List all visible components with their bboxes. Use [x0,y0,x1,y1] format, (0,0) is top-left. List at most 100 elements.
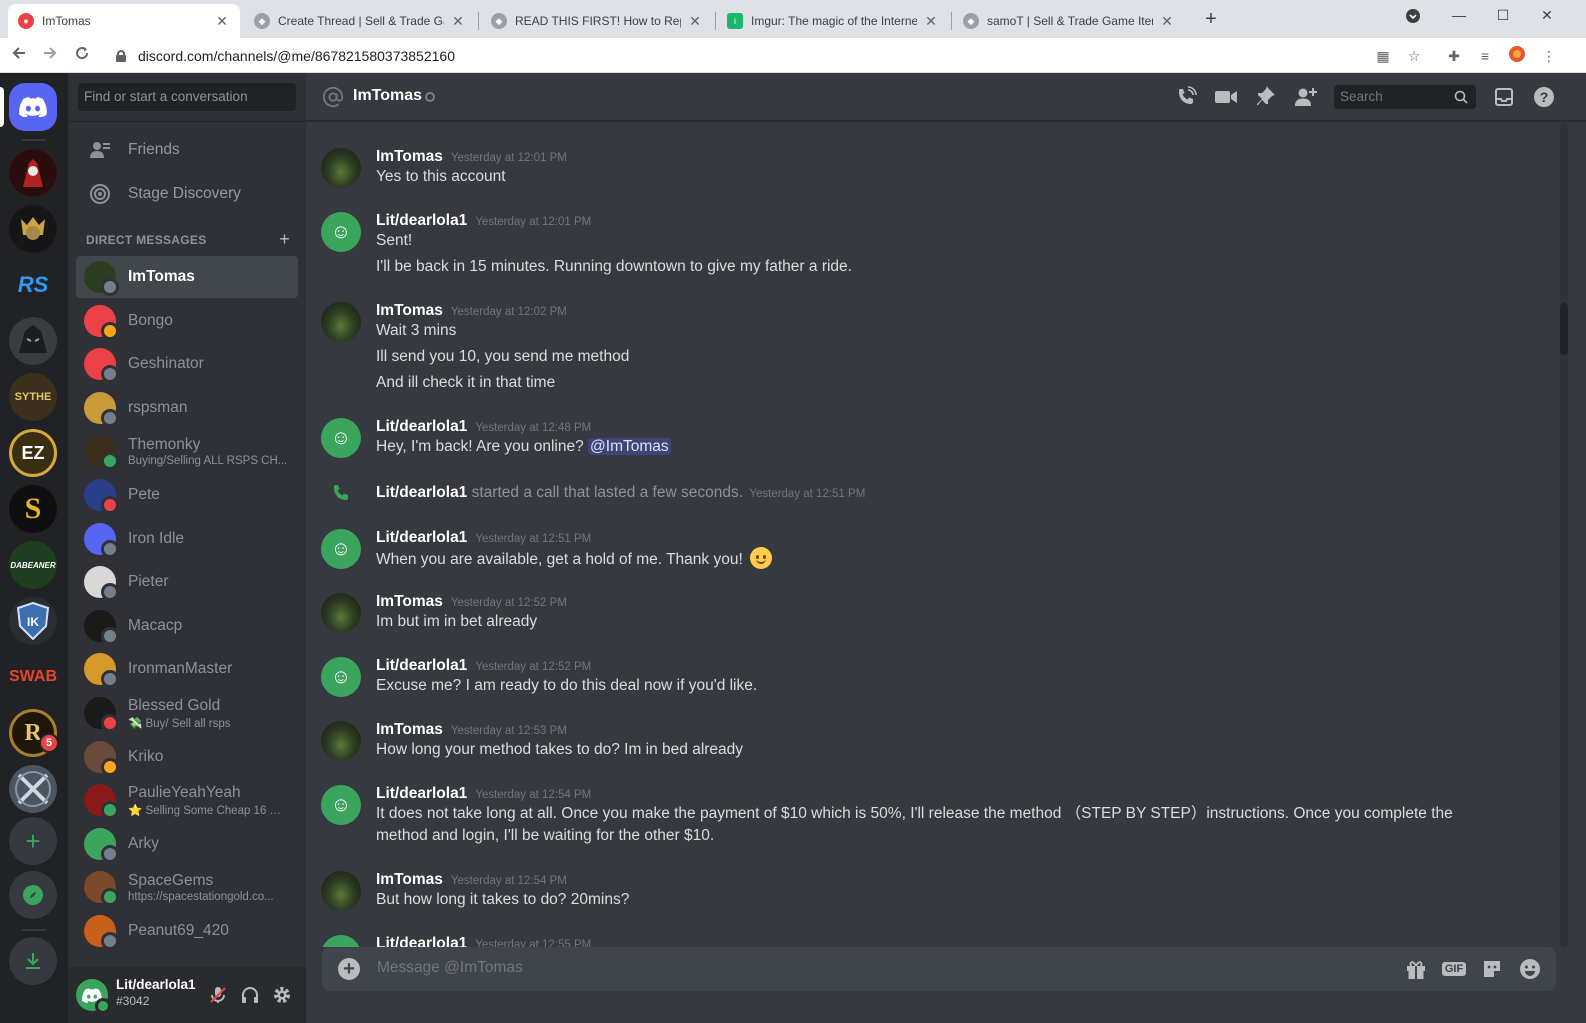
dm-item[interactable]: Pieter [76,561,298,603]
close-window-button[interactable]: ✕ [1524,0,1570,30]
message-scrollbar-thumb[interactable] [1560,303,1568,355]
message-author[interactable]: Lit/dearlola1 [376,529,467,546]
add-server-button[interactable]: + [9,817,57,865]
server-icon[interactable]: DABEANER [9,541,57,589]
gif-picker-button[interactable]: GIF [1441,957,1467,981]
server-icon[interactable] [9,205,57,253]
close-tab-icon[interactable]: ✕ [1159,13,1175,30]
message-author[interactable]: Lit/dearlola1 [376,212,467,229]
server-icon[interactable]: SWAB [9,653,57,701]
bookmark-star-icon[interactable]: ☆ [1403,45,1425,67]
server-icon[interactable]: SYTHE [9,373,57,421]
create-dm-button[interactable]: + [279,229,290,250]
dm-item[interactable]: IronmanMaster [76,648,298,690]
server-icon[interactable]: RS [9,261,57,309]
dm-item[interactable]: Arky [76,823,298,865]
user-avatar[interactable] [76,979,111,1014]
reading-list-icon[interactable]: ≡ [1474,45,1496,67]
user-mention[interactable]: @ImTomas [588,438,671,455]
mute-button[interactable] [204,981,232,1009]
dm-item[interactable]: Bongo [76,300,298,342]
forward-button[interactable] [37,43,63,69]
user-avatar[interactable] [321,148,361,188]
find-conversation-button[interactable]: Find or start a conversation [78,83,296,111]
dm-item[interactable]: Macacp [76,605,298,647]
user-avatar[interactable]: ☺ [321,418,361,458]
dm-item[interactable]: SpaceGems https://spacestationgold.co... [76,866,298,908]
browser-tab-read-this-first[interactable]: ◆ READ THIS FIRST! How to Report ✕ [481,4,713,38]
message-scrollbar-track[interactable] [1560,122,1568,947]
pinned-messages-button[interactable] [1254,85,1278,109]
download-apps-button[interactable] [9,937,57,985]
translate-icon[interactable]: ▦ [1372,45,1394,67]
user-avatar[interactable] [321,302,361,342]
address-bar[interactable]: discord.com/channels/@me/867821580373852… [100,42,1430,70]
user-avatar[interactable] [321,721,361,761]
send-gift-button[interactable] [1404,957,1428,981]
message-author[interactable]: Lit/dearlola1 [376,484,467,501]
help-button[interactable]: ? [1532,85,1556,109]
reload-button[interactable] [69,43,95,69]
dm-item[interactable]: Themonky Buying/Selling ALL RSPS CH... [76,430,298,472]
dm-item[interactable]: Iron Idle [76,518,298,560]
browser-tab-create-thread[interactable]: ◆ Create Thread | Sell & Trade Gam ✕ [244,4,476,38]
dm-item[interactable]: Blessed Gold 💸 Buy/ Sell all rsps [76,692,298,734]
server-icon[interactable]: S [9,485,57,533]
dm-item[interactable]: Kriko [76,736,298,778]
close-tab-icon[interactable]: ✕ [687,13,703,30]
close-tab-icon[interactable]: ✕ [923,13,939,30]
message-author[interactable]: Lit/dearlola1 [376,418,467,435]
start-voice-call-button[interactable] [1174,85,1198,109]
message-author[interactable]: ImTomas [376,302,443,319]
home-button[interactable] [9,83,57,131]
user-avatar[interactable]: ☺ [321,529,361,569]
message-author[interactable]: ImTomas [376,871,443,888]
message-author[interactable]: ImTomas [376,721,443,738]
friends-nav-item[interactable]: Friends [76,129,298,171]
start-video-call-button[interactable] [1214,85,1238,109]
dm-item[interactable]: PaulieYeahYeah ⭐ Selling Some Cheap 16 Da… [76,779,298,821]
extensions-icon[interactable]: ✚ [1443,45,1465,67]
dm-item[interactable]: rspsman [76,387,298,429]
user-avatar[interactable]: ☺ [321,935,361,947]
new-tab-button[interactable]: + [1200,8,1222,30]
dm-item[interactable]: ImTomas [76,256,298,298]
message-author[interactable]: ImTomas [376,593,443,610]
search-input[interactable]: Search [1334,85,1476,109]
message-author[interactable]: Lit/dearlola1 [376,935,467,947]
close-tab-icon[interactable]: ✕ [450,13,466,30]
user-avatar[interactable]: ☺ [321,657,361,697]
user-avatar[interactable]: ☺ [321,212,361,252]
inbox-button[interactable] [1492,85,1516,109]
message-author[interactable]: ImTomas [376,148,443,165]
sticker-picker-button[interactable] [1480,957,1504,981]
minimize-window-button[interactable]: — [1436,0,1482,30]
server-icon[interactable] [9,149,57,197]
message-input[interactable]: Message @ImTomas [377,959,523,977]
back-button[interactable] [6,43,32,69]
browser-menu-icon[interactable]: ⋮ [1538,45,1560,67]
upload-attachment-button[interactable]: + [338,958,360,980]
server-icon[interactable] [9,765,57,813]
server-icon[interactable]: EZ [9,429,57,477]
deafen-button[interactable] [236,981,264,1009]
tab-search-icon[interactable] [1390,4,1436,34]
dm-item[interactable]: Geshinator [76,343,298,385]
explore-servers-button[interactable] [9,871,57,919]
browser-tab-imgur[interactable]: i Imgur: The magic of the Internet ✕ [717,4,949,38]
emoji-picker-button[interactable] [1518,957,1542,981]
dm-item[interactable]: Pete [76,474,298,516]
profile-avatar-icon[interactable] [1506,45,1528,67]
message-composer[interactable]: + Message @ImTomas GIF [322,947,1556,991]
server-icon[interactable] [9,317,57,365]
browser-tab-samot[interactable]: ◆ samoT | Sell & Trade Game Items ✕ [953,4,1185,38]
browser-tab-imtomas[interactable]: ● ImTomas ✕ [8,4,240,38]
user-settings-button[interactable] [268,981,296,1009]
add-friends-to-dm-button[interactable] [1294,85,1318,109]
maximize-window-button[interactable]: ☐ [1480,0,1526,30]
user-avatar[interactable]: ☺ [321,785,361,825]
stage-discovery-nav-item[interactable]: Stage Discovery [76,173,298,215]
user-avatar[interactable] [321,871,361,911]
user-avatar[interactable] [321,593,361,633]
message-author[interactable]: Lit/dearlola1 [376,785,467,802]
